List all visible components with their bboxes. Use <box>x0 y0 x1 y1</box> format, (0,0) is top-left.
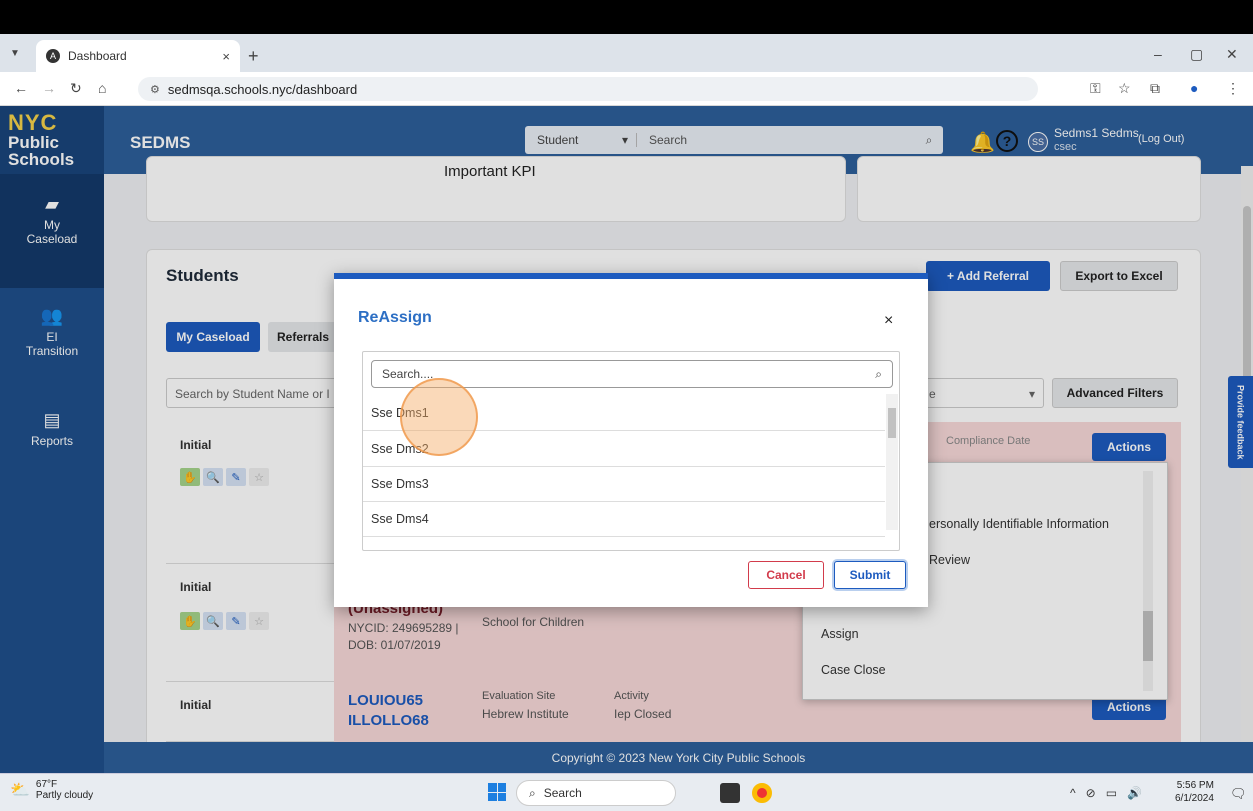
taskbar-search[interactable]: ⌕ Search <box>516 780 676 806</box>
system-tray: ^ ⊘ ▭ 🔊 <box>1070 786 1142 800</box>
browser-tab-dashboard[interactable]: A Dashboard × <box>36 40 240 72</box>
weather-desc: Partly cloudy <box>35 790 94 801</box>
browser-menu-icon[interactable]: ⋮ <box>1226 80 1240 97</box>
app-favicon-icon: A <box>46 49 60 63</box>
list-item[interactable]: Sse Dms4 <box>363 502 885 537</box>
url-text: sedmsqa.schools.nyc/dashboard <box>167 81 358 97</box>
minimize-window-icon[interactable]: – <box>1154 46 1162 62</box>
modal-title: ReAssign <box>358 309 432 326</box>
reload-icon[interactable]: ↻ <box>70 80 82 97</box>
home-icon[interactable]: ⌂ <box>98 80 106 96</box>
list-item[interactable]: Sse Dms3 <box>363 467 885 502</box>
close-tab-icon[interactable]: × <box>222 49 230 64</box>
forward-icon[interactable]: → <box>42 80 56 96</box>
password-key-icon[interactable]: ⚿ <box>1090 80 1101 97</box>
cancel-button[interactable]: Cancel <box>748 561 824 589</box>
chrome-icon[interactable] <box>752 783 772 803</box>
os-taskbar: ⛅ 67°F Partly cloudy ⌕ Search ^ ⊘ ▭ 🔊 5:… <box>0 773 1253 811</box>
profile-icon[interactable]: ● <box>1190 80 1198 96</box>
search-icon[interactable]: ⌕ <box>875 367 882 382</box>
app-viewport: NYC Public Schools ▰ My Caseload 👥 EI Tr… <box>0 106 1253 773</box>
clock-date: 6/1/2024 <box>1175 793 1214 804</box>
browser-tab-bar: ▼ A Dashboard × + – ▢ ✕ <box>0 34 1253 72</box>
volume-icon[interactable]: 🔊 <box>1127 786 1142 800</box>
windows-start-icon[interactable] <box>488 783 506 801</box>
click-indicator <box>400 378 478 456</box>
weather-temp: 67°F <box>35 779 58 790</box>
weather-widget[interactable]: ⛅ 67°F Partly cloudy <box>10 779 93 801</box>
site-info-icon[interactable]: ⚙ <box>150 83 160 96</box>
display-icon[interactable]: ▭ <box>1106 786 1117 800</box>
notifications-icon[interactable]: 🗨 <box>1230 786 1247 802</box>
clock[interactable]: 5:56 PM 6/1/2024 <box>1175 779 1214 805</box>
chevron-up-icon[interactable]: ^ <box>1070 786 1076 800</box>
assignee-list-scrollbar[interactable] <box>886 394 898 530</box>
assignee-search-placeholder: Search.... <box>382 367 434 381</box>
address-bar-row: ← → ↻ ⌂ ⚙ sedmsqa.schools.nyc/dashboard … <box>0 72 1253 106</box>
submit-button[interactable]: Submit <box>834 561 906 589</box>
close-window-icon[interactable]: ✕ <box>1226 46 1238 63</box>
partly-cloudy-icon: ⛅ <box>10 782 30 799</box>
bookmark-star-icon[interactable]: ☆ <box>1118 80 1131 97</box>
network-icon[interactable]: ⊘ <box>1086 786 1096 800</box>
search-icon: ⌕ <box>529 785 536 800</box>
assignee-list-scrollbar-thumb[interactable] <box>888 408 896 438</box>
new-tab-button[interactable]: + <box>248 46 259 67</box>
back-icon[interactable]: ← <box>14 80 28 96</box>
clock-time: 5:56 PM <box>1176 780 1214 791</box>
taskbar-search-label: Search <box>543 786 582 800</box>
extensions-icon[interactable]: ⧉ <box>1150 80 1160 97</box>
close-icon[interactable]: × <box>884 312 893 330</box>
restore-window-icon[interactable]: ▢ <box>1190 46 1203 63</box>
url-field[interactable]: ⚙ sedmsqa.schools.nyc/dashboard <box>138 77 1038 101</box>
tab-title: Dashboard <box>68 49 127 63</box>
tab-list-chevron-icon[interactable]: ▼ <box>10 48 20 59</box>
file-explorer-icon[interactable] <box>720 783 740 803</box>
